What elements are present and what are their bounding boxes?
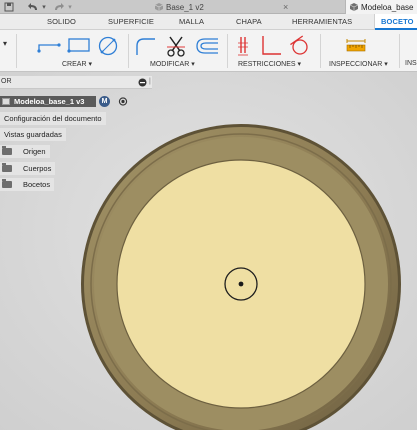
undo-dropdown-icon[interactable]: ▾ <box>40 1 48 13</box>
create-group-label[interactable]: CREAR ▾ <box>62 60 92 68</box>
modify-group-label[interactable]: MODIFICAR ▾ <box>150 60 195 68</box>
design-dropdown-icon[interactable]: ▾ <box>3 39 7 48</box>
coincident-constraint-icon[interactable] <box>236 35 250 59</box>
ribbon-divider <box>320 34 321 68</box>
tab-solido[interactable]: SOLIDO <box>47 17 76 26</box>
3d-viewport[interactable] <box>0 72 417 430</box>
toolbar-ribbon: ▾ CREAR ▾ MODIFICAR ▾ RESTRICCIONES ▾ IN… <box>0 30 417 72</box>
tree-item-saved-views[interactable]: Vistas guardadas <box>0 128 66 141</box>
tree-item-origin[interactable]: Origen <box>0 145 50 158</box>
document-component-icon <box>2 98 10 105</box>
cube-icon <box>349 3 359 11</box>
perpendicular-constraint-icon[interactable] <box>260 35 282 59</box>
tree-item-label: Origen <box>23 147 46 156</box>
tree-item-label: Cuerpos <box>23 164 52 173</box>
save-icon[interactable] <box>3 1 15 13</box>
doc-tab-label: Modeloa_base <box>361 2 414 12</box>
ribbon-divider <box>227 34 228 68</box>
insert-group-label[interactable]: INS <box>405 60 417 67</box>
tab-malla[interactable]: MALLA <box>179 17 204 26</box>
fillet-tool-icon[interactable] <box>134 36 156 58</box>
browser-title: OR <box>1 78 12 85</box>
tree-item-document-settings[interactable]: Configuración del documento <box>0 112 106 125</box>
tree-item-sketches[interactable]: Bocetos <box>0 178 55 191</box>
tangent-constraint-icon[interactable] <box>288 35 310 59</box>
visibility-eye-icon[interactable] <box>117 96 129 107</box>
constraints-group-label[interactable]: RESTRICCIONES ▾ <box>238 60 301 68</box>
tab-boceto[interactable]: BOCETO <box>374 14 417 30</box>
tab-herramientas[interactable]: HERRAMIENTAS <box>292 17 352 26</box>
doc-tab-label: Base_1 v2 <box>166 2 204 12</box>
measure-ruler-icon[interactable] <box>346 38 366 54</box>
tab-superficie[interactable]: SUPERFICIE <box>108 17 154 26</box>
doc-tab-modeloa[interactable]: Modeloa_base <box>345 0 417 14</box>
ribbon-divider <box>128 34 129 68</box>
title-bar: ▾ ▾ Base_1 v2 × Modeloa_base <box>0 0 417 14</box>
ribbon-divider <box>16 34 17 68</box>
center-point[interactable] <box>238 281 244 287</box>
folder-icon <box>2 163 12 172</box>
active-marker-badge[interactable]: M <box>99 96 110 107</box>
doc-tab-base[interactable]: Base_1 v2 × <box>80 0 295 14</box>
browser-header: OR | <box>0 76 152 89</box>
rectangle-tool-icon[interactable] <box>67 37 91 55</box>
ribbon-divider <box>399 34 400 68</box>
redo-icon[interactable] <box>52 1 66 13</box>
trim-scissors-icon[interactable] <box>166 35 186 59</box>
cube-icon <box>154 3 164 11</box>
redo-dropdown-icon[interactable]: ▾ <box>66 1 74 13</box>
root-node-label: Modeloa_base_1 v3 <box>14 97 85 106</box>
tree-item-label: Bocetos <box>23 180 51 189</box>
browser-root-node[interactable]: Modeloa_base_1 v3 <box>0 96 96 107</box>
folder-icon <box>2 146 12 155</box>
line-tool-icon[interactable] <box>36 38 62 56</box>
undo-icon[interactable] <box>26 1 40 13</box>
folder-icon <box>2 179 12 188</box>
offset-tool-icon[interactable] <box>193 36 219 58</box>
close-tab-icon[interactable]: × <box>283 2 288 12</box>
workspace-tabs: SOLIDO SUPERFICIE MALLA CHAPA HERRAMIENT… <box>0 14 417 30</box>
tree-item-label: Vistas guardadas <box>4 130 62 139</box>
inspect-group-label[interactable]: INSPECCIONAR ▾ <box>329 60 388 68</box>
circle-tool-icon[interactable] <box>97 36 119 58</box>
tab-chapa[interactable]: CHAPA <box>236 17 262 26</box>
tree-item-bodies[interactable]: Cuerpos <box>0 162 56 175</box>
panel-divider-icon[interactable]: | <box>149 78 151 85</box>
circle-minus-icon[interactable] <box>138 78 147 89</box>
tree-item-label: Configuración del documento <box>4 114 102 123</box>
